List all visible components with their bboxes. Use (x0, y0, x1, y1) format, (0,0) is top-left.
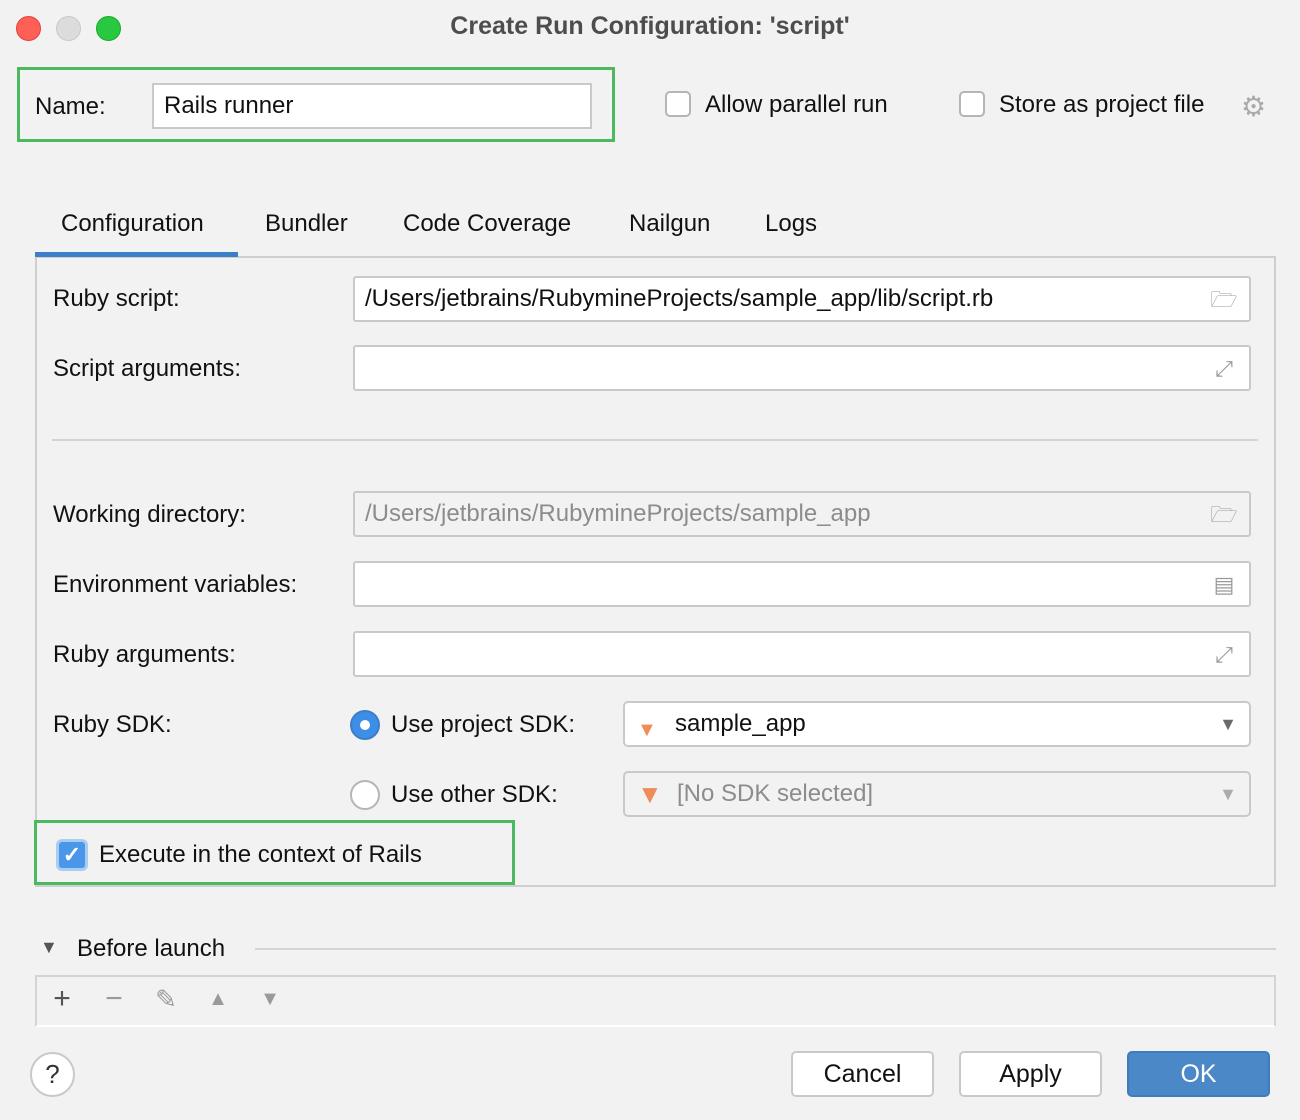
tab-nailgun[interactable]: Nailgun (629, 210, 710, 238)
ruby-sdk-label: Ruby SDK: (53, 711, 172, 739)
tab-logs[interactable]: Logs (765, 210, 817, 238)
ruby-arguments-label: Ruby arguments: (53, 641, 236, 669)
store-project-label: Store as project file (999, 91, 1204, 119)
expand-icon[interactable]: ⤢ (1209, 643, 1239, 667)
folder-icon[interactable]: 🗁 (1209, 503, 1239, 527)
close-window-button[interactable] (16, 16, 41, 41)
move-down-icon[interactable]: ▼ (255, 984, 285, 1014)
document-icon[interactable]: ▤ (1209, 573, 1239, 597)
move-up-icon[interactable]: ▲ (203, 984, 233, 1014)
working-directory-input[interactable]: /Users/jetbrains/RubymineProjects/sample… (353, 491, 1251, 537)
zoom-window-button[interactable] (96, 16, 121, 41)
ruby-folder-icon: ▼ (637, 709, 657, 747)
allow-parallel-label: Allow parallel run (705, 91, 888, 119)
use-other-sdk-label: Use other SDK: (391, 781, 558, 809)
window-title: Create Run Configuration: 'script' (0, 12, 1300, 41)
chevron-down-icon: ▼ (1219, 703, 1237, 745)
script-arguments-input[interactable]: ⤢ (353, 345, 1251, 391)
separator (52, 439, 1258, 441)
environment-variables-label: Environment variables: (53, 571, 297, 599)
minimize-window-button[interactable] (56, 16, 81, 41)
other-sdk-dropdown[interactable]: ▼ [No SDK selected] ▼ (623, 771, 1251, 817)
working-directory-label: Working directory: (53, 501, 246, 529)
rails-context-label: Execute in the context of Rails (99, 841, 422, 869)
rails-context-checkbox[interactable]: ✓ (56, 839, 88, 871)
ruby-icon: ▼ (637, 773, 663, 815)
name-label: Name: (35, 93, 106, 121)
tab-code-coverage[interactable]: Code Coverage (403, 210, 571, 238)
working-directory-value: /Users/jetbrains/RubymineProjects/sample… (365, 500, 871, 527)
gear-icon[interactable]: ⚙ (1241, 90, 1266, 123)
ok-button[interactable]: OK (1127, 1051, 1270, 1097)
ruby-script-label: Ruby script: (53, 285, 180, 313)
script-arguments-label: Script arguments: (53, 355, 241, 383)
other-sdk-value: [No SDK selected] (677, 780, 873, 807)
collapse-triangle-icon[interactable]: ▼ (40, 937, 58, 958)
tab-configuration[interactable]: Configuration (61, 210, 204, 238)
cancel-button[interactable]: Cancel (791, 1051, 934, 1097)
apply-button[interactable]: Apply (959, 1051, 1102, 1097)
help-button[interactable]: ? (30, 1052, 75, 1097)
expand-icon[interactable]: ⤢ (1209, 357, 1239, 381)
add-icon[interactable]: + (47, 984, 77, 1014)
project-sdk-value: sample_app (675, 710, 806, 737)
ruby-arguments-input[interactable]: ⤢ (353, 631, 1251, 677)
use-other-sdk-radio[interactable] (350, 780, 380, 810)
store-project-checkbox[interactable] (959, 91, 985, 117)
project-sdk-dropdown[interactable]: ▼ sample_app ▼ (623, 701, 1251, 747)
use-project-sdk-radio[interactable] (350, 710, 380, 740)
name-input[interactable]: Rails runner (152, 83, 592, 129)
use-project-sdk-label: Use project SDK: (391, 711, 575, 739)
active-tab-indicator (35, 252, 238, 257)
separator (255, 948, 1276, 950)
chevron-down-icon: ▼ (1219, 773, 1237, 815)
allow-parallel-checkbox[interactable] (665, 91, 691, 117)
ruby-script-input[interactable]: /Users/jetbrains/RubymineProjects/sample… (353, 276, 1251, 322)
tab-bundler[interactable]: Bundler (265, 210, 348, 238)
folder-icon[interactable]: 🗁 (1209, 288, 1239, 312)
edit-pencil-icon[interactable]: ✎ (151, 984, 181, 1014)
remove-icon[interactable]: − (99, 984, 129, 1014)
before-launch-label: Before launch (77, 935, 225, 963)
ruby-script-value: /Users/jetbrains/RubymineProjects/sample… (365, 285, 993, 312)
environment-variables-input[interactable]: ▤ (353, 561, 1251, 607)
